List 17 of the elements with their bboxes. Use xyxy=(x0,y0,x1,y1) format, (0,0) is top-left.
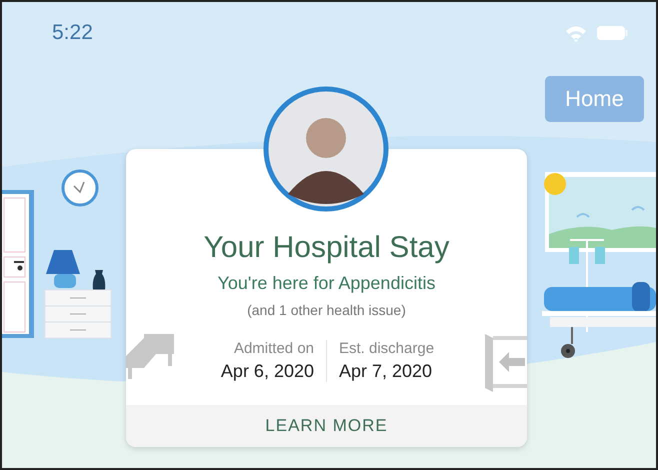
wifi-icon xyxy=(564,24,588,42)
diagnosis-text: You're here for Appendicitis xyxy=(218,273,436,294)
vase-icon xyxy=(92,270,106,290)
card-title: Your Hospital Stay xyxy=(204,231,450,265)
date-label: Est. discharge xyxy=(339,340,434,357)
battery-icon xyxy=(596,25,628,41)
learn-more-button[interactable]: LEARN MORE xyxy=(126,405,527,447)
exit-door-icon xyxy=(485,334,527,392)
date-value: Apr 7, 2020 xyxy=(339,361,432,382)
date-value: Apr 6, 2020 xyxy=(220,361,314,382)
other-issues-note: (and 1 other health issue) xyxy=(247,302,406,318)
bed-icon xyxy=(126,334,174,379)
avatar-icon xyxy=(263,86,389,212)
date-label: Admitted on xyxy=(234,340,314,357)
status-time: 5:22 xyxy=(52,21,93,45)
lamp-drawing xyxy=(46,250,80,288)
nightstand-drawing xyxy=(44,290,112,338)
